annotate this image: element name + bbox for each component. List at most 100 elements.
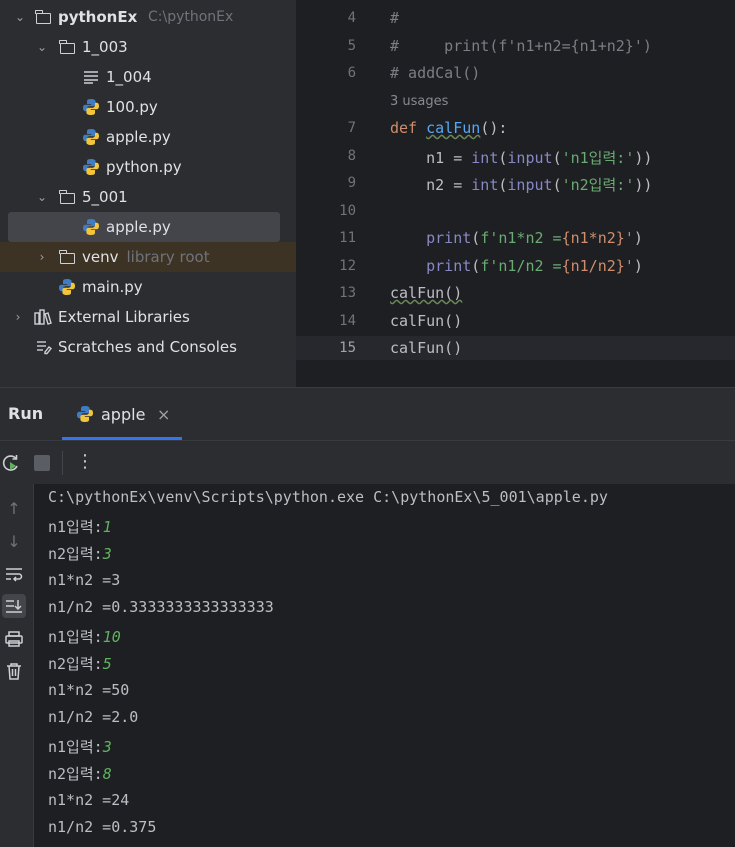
line-number-current: 15 bbox=[339, 340, 356, 356]
run-console[interactable]: C:\pythonEx\venv\Scripts\python.exe C:\p… bbox=[34, 484, 735, 847]
console-line: n1입력:1 bbox=[48, 518, 112, 536]
code-editor[interactable]: 4 5 6 7 8 9 10 11 12 13 14 15 # # print(… bbox=[296, 0, 735, 387]
print-icon[interactable] bbox=[2, 627, 26, 651]
folder-icon bbox=[58, 188, 76, 206]
soft-wrap-icon[interactable] bbox=[2, 562, 26, 586]
console-line: n2입력:5 bbox=[48, 655, 112, 673]
console-side-toolbar: ↑ ↓ bbox=[0, 484, 34, 847]
console-line: n1/n2 =0.3333333333333333 bbox=[48, 598, 274, 616]
console-line: n2입력:8 bbox=[48, 765, 112, 783]
code-line-8: n1 = int(input('n1입력:')) bbox=[390, 149, 653, 167]
folder-icon bbox=[58, 248, 76, 266]
folder-icon bbox=[58, 38, 76, 56]
run-toolbar: ⋮ bbox=[0, 440, 735, 484]
tree-item-venv[interactable]: › venv library root bbox=[0, 242, 296, 272]
trash-icon[interactable] bbox=[2, 659, 26, 683]
code-line-11: print(f'n1*n2 ={n1*n2}') bbox=[426, 229, 643, 247]
text-file-icon bbox=[82, 68, 100, 86]
code-line-13: calFun() bbox=[390, 284, 463, 302]
tree-item-apple-py[interactable]: apple.py bbox=[0, 122, 296, 152]
tree-item-label: apple.py bbox=[106, 128, 171, 146]
more-options-icon[interactable]: ⋮ bbox=[76, 451, 94, 472]
tree-item-5-001[interactable]: ⌄ 5_001 bbox=[0, 182, 296, 212]
tree-item-label: 1_003 bbox=[82, 38, 128, 56]
python-file-icon bbox=[76, 405, 94, 427]
folder-icon bbox=[34, 8, 52, 26]
tree-item-label: 5_001 bbox=[82, 188, 128, 206]
code-line-15: calFun() bbox=[390, 339, 463, 357]
scroll-up-icon[interactable]: ↑ bbox=[2, 496, 26, 520]
scratches-icon bbox=[34, 338, 52, 356]
line-gutter: 4 5 6 7 8 9 10 11 12 13 14 15 bbox=[296, 0, 356, 387]
tree-item-main-py[interactable]: main.py bbox=[0, 272, 296, 302]
line-number: 12 bbox=[339, 258, 356, 274]
line-number: 14 bbox=[339, 313, 356, 329]
usages-hint[interactable]: 3 usages bbox=[390, 94, 448, 109]
tree-item-python-py[interactable]: python.py bbox=[0, 152, 296, 182]
tree-item-label: main.py bbox=[82, 278, 143, 296]
line-number: 4 bbox=[347, 10, 356, 26]
code-line-14: calFun() bbox=[390, 312, 463, 330]
line-number: 6 bbox=[347, 65, 356, 81]
console-line: n2입력:3 bbox=[48, 545, 112, 563]
console-line: n1*n2 =24 bbox=[48, 791, 130, 809]
console-line: n1입력:3 bbox=[48, 738, 112, 756]
root-name: pythonEx bbox=[58, 8, 138, 26]
tree-root[interactable]: ⌄ pythonEx C:\pythonEx bbox=[0, 2, 296, 32]
current-line-highlight bbox=[296, 336, 735, 360]
run-tab-label: apple bbox=[101, 405, 146, 424]
run-tab-apple[interactable]: apple × bbox=[62, 388, 182, 440]
line-number: 10 bbox=[339, 203, 356, 219]
scroll-down-icon[interactable]: ↓ bbox=[2, 529, 26, 553]
python-file-icon bbox=[82, 158, 100, 176]
chevron-down-icon[interactable]: ⌄ bbox=[12, 9, 28, 25]
tree-item-external-libraries[interactable]: › External Libraries bbox=[0, 302, 296, 332]
tree-item-scratches[interactable]: Scratches and Consoles bbox=[0, 332, 296, 362]
tree-item-apple-py-selected[interactable]: apple.py bbox=[8, 212, 280, 242]
chevron-down-icon[interactable]: ⌄ bbox=[34, 189, 50, 205]
tree-item-label: 100.py bbox=[106, 98, 158, 116]
rerun-icon[interactable] bbox=[1, 453, 21, 477]
run-panel-title: Run bbox=[8, 404, 44, 423]
close-icon[interactable]: × bbox=[157, 405, 170, 424]
line-number: 8 bbox=[347, 148, 356, 164]
tree-item-1-003[interactable]: ⌄ 1_003 bbox=[0, 32, 296, 62]
line-number: 5 bbox=[347, 38, 356, 54]
tree-item-label: Scratches and Consoles bbox=[58, 338, 237, 356]
tree-item-1-004[interactable]: 1_004 bbox=[0, 62, 296, 92]
code-line-9: n2 = int(input('n2입력:')) bbox=[390, 176, 653, 194]
libraries-icon bbox=[34, 308, 52, 326]
tree-item-label: 1_004 bbox=[106, 68, 152, 86]
console-line: n1*n2 =50 bbox=[48, 681, 130, 699]
console-line: n1/n2 =2.0 bbox=[48, 708, 139, 726]
run-panel-header: Run apple × bbox=[0, 388, 735, 440]
line-number: 13 bbox=[339, 285, 356, 301]
toolbar-separator bbox=[62, 451, 63, 475]
python-file-icon bbox=[82, 128, 100, 146]
tree-item-label: python.py bbox=[106, 158, 182, 176]
python-file-icon bbox=[82, 218, 100, 236]
python-file-icon bbox=[58, 278, 76, 296]
code-line-5: # print(f'n1+n2={n1+n2}') bbox=[390, 37, 652, 55]
project-tree: ⌄ pythonEx C:\pythonEx ⌄ 1_003 1_004 100… bbox=[0, 0, 296, 387]
code-line-12: print(f'n1/n2 ={n1/n2}') bbox=[426, 257, 643, 275]
tree-item-100-py[interactable]: 100.py bbox=[0, 92, 296, 122]
stop-icon[interactable] bbox=[34, 455, 50, 471]
line-number: 9 bbox=[347, 175, 356, 191]
chevron-right-icon[interactable]: › bbox=[34, 249, 50, 265]
console-line: n1*n2 =3 bbox=[48, 571, 121, 589]
tree-item-label: apple.py bbox=[106, 218, 171, 236]
python-file-icon bbox=[82, 98, 100, 116]
chevron-down-icon[interactable]: ⌄ bbox=[34, 39, 50, 55]
code-line-7: def calFun(): bbox=[390, 119, 508, 137]
line-number: 7 bbox=[347, 120, 356, 136]
line-number: 11 bbox=[339, 230, 356, 246]
library-root-hint: library root bbox=[126, 248, 210, 266]
console-line: n1/n2 =0.375 bbox=[48, 818, 157, 836]
console-line: n1입력:10 bbox=[48, 628, 121, 646]
console-line: C:\pythonEx\venv\Scripts\python.exe C:\p… bbox=[48, 488, 608, 506]
root-path: C:\pythonEx bbox=[148, 9, 234, 25]
scroll-to-end-icon[interactable] bbox=[2, 594, 26, 618]
code-line-6: # addCal() bbox=[390, 64, 481, 82]
chevron-right-icon[interactable]: › bbox=[10, 309, 26, 325]
